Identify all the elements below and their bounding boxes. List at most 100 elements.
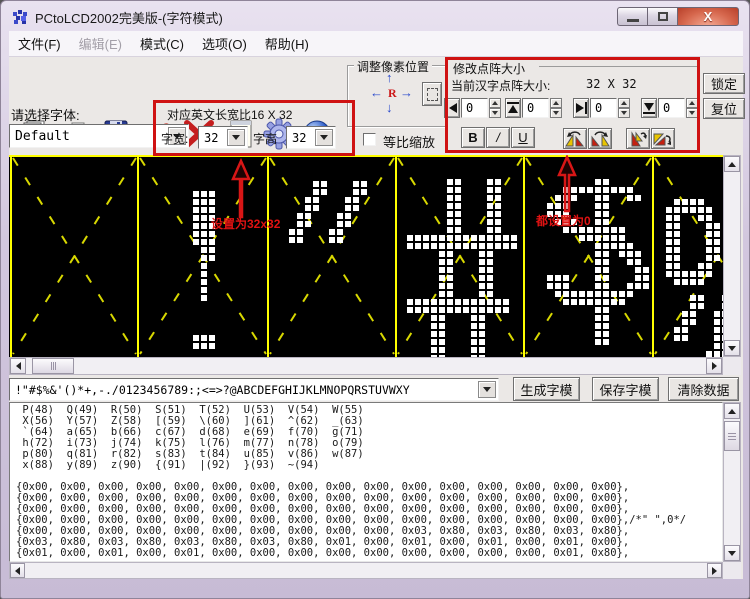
rotate-right-icon xyxy=(590,131,610,147)
font-select-label: 请选择字体: xyxy=(11,105,80,124)
flip-vertical-button[interactable] xyxy=(626,128,650,149)
output-horizontal-scrollbar[interactable] xyxy=(9,562,723,579)
char-width-combo[interactable]: 32 xyxy=(198,126,248,149)
char-width-arrow-button[interactable] xyxy=(227,129,245,146)
left-margin-field[interactable]: 0 xyxy=(461,98,488,118)
right-margin-spinner[interactable] xyxy=(618,98,630,118)
grid-horizontal-scrollbar[interactable] xyxy=(9,357,723,375)
top-margin-spinner[interactable] xyxy=(550,98,562,118)
spin-up-icon xyxy=(553,101,559,105)
right-margin-field[interactable]: 0 xyxy=(590,98,617,118)
output-textarea[interactable]: P(48) Q(49) R(50) S(51) T(52) U(53) V(54… xyxy=(9,402,723,562)
reset-button[interactable]: 复位 xyxy=(703,98,745,119)
scroll-left-icon xyxy=(16,362,21,370)
maximize-button[interactable] xyxy=(647,7,677,26)
menu-item-edit: 编辑(E) xyxy=(70,34,131,53)
chevron-down-icon xyxy=(232,135,240,140)
scale-checkbox[interactable] xyxy=(363,133,376,146)
scrollbar-thumb[interactable] xyxy=(724,421,740,451)
spin-down-icon xyxy=(689,111,695,115)
title-bar[interactable]: PCtoLCD2002完美版-(字符模式) X xyxy=(1,1,749,31)
maximize-icon xyxy=(658,12,668,21)
menu-item-options[interactable]: 选项(O) xyxy=(193,34,256,53)
dashed-frame-icon xyxy=(427,88,438,101)
move-up-icon[interactable]: ↑ xyxy=(386,70,393,85)
charset-combo[interactable]: !"#$%&'()*+,-./0123456789:;<=>?@ABCDEFGH… xyxy=(9,378,499,401)
bottom-limit-icon xyxy=(643,102,655,114)
chevron-down-icon xyxy=(483,387,491,392)
annotation-arrows xyxy=(9,155,723,357)
spin-down-icon xyxy=(621,111,627,115)
font-select-value: Default xyxy=(15,129,70,144)
output-text: P(48) Q(49) R(50) S(51) T(52) U(53) V(54… xyxy=(16,405,722,559)
left-margin-spinner[interactable] xyxy=(489,98,501,118)
scroll-down-icon xyxy=(728,346,736,351)
size-annotation-label: 设置为32x32 xyxy=(211,215,280,232)
menu-item-help[interactable]: 帮助(H) xyxy=(256,34,318,53)
char-width-value: 32 xyxy=(204,131,218,145)
close-icon: X xyxy=(704,9,713,24)
scroll-left-icon xyxy=(15,567,20,575)
center-frame-button[interactable] xyxy=(422,82,442,106)
app-window: PCtoLCD2002完美版-(字符模式) X 文件(F) 编辑(E) 模式(C… xyxy=(0,0,750,599)
matrix-current-label: 当前汉字点阵大小: xyxy=(451,77,550,94)
trim-right-button[interactable] xyxy=(573,98,589,118)
spin-down-icon xyxy=(492,111,498,115)
menu-item-mode[interactable]: 模式(C) xyxy=(131,34,193,53)
scroll-up-icon xyxy=(728,409,736,414)
chevron-down-icon xyxy=(320,135,328,140)
char-height-combo[interactable]: 32 xyxy=(286,126,336,149)
flip-vertical-icon xyxy=(628,131,648,147)
move-down-icon[interactable]: ↓ xyxy=(386,100,393,115)
char-height-value: 32 xyxy=(292,131,306,145)
flip-horizontal-button[interactable] xyxy=(651,128,675,149)
italic-button[interactable]: / xyxy=(486,127,510,148)
bottom-margin-field[interactable]: 0 xyxy=(658,98,685,118)
rotate-left-button[interactable] xyxy=(563,128,587,149)
zero-annotation-arrow xyxy=(559,157,575,211)
charset-combo-arrow-button[interactable] xyxy=(478,381,496,398)
bottom-margin-spinner[interactable] xyxy=(686,98,698,118)
trim-bottom-button[interactable] xyxy=(641,98,657,118)
char-height-label: 字高 xyxy=(253,130,277,147)
scroll-right-icon xyxy=(712,362,717,370)
scroll-right-icon xyxy=(712,567,717,575)
ratio-text: 对应英文长宽比16 X 32 xyxy=(167,106,292,123)
underline-button[interactable]: U xyxy=(511,127,535,148)
bold-button[interactable]: B xyxy=(461,127,485,148)
top-margin-field[interactable]: 0 xyxy=(522,98,549,118)
clear-data-button[interactable]: 清除数据 xyxy=(668,377,739,401)
minimize-button[interactable] xyxy=(617,7,647,26)
left-limit-icon xyxy=(446,102,458,114)
menu-item-file[interactable]: 文件(F) xyxy=(9,34,70,53)
zero-annotation-label: 都设置为0 xyxy=(536,212,591,229)
matrix-current-value: 32 X 32 xyxy=(586,77,637,91)
charset-combo-value: !"#$%&'()*+,-./0123456789:;<=>?@ABCDEFGH… xyxy=(15,383,473,397)
move-left-icon[interactable]: ← xyxy=(370,85,383,100)
minimize-icon xyxy=(627,19,639,22)
client-area: ? 调整像素位置 ↑ ← R → ↓ 请选择字体: Default 对应英文长宽… xyxy=(9,57,743,579)
spin-up-icon xyxy=(492,101,498,105)
character-preview-grid[interactable]: 设置为32x32 都设置为0 xyxy=(9,155,723,357)
move-right-icon[interactable]: → xyxy=(400,85,413,100)
pixel-adjust-center[interactable]: R xyxy=(388,86,397,101)
size-annotation-arrow xyxy=(233,161,249,217)
pixel-adjust-group: 调整像素位置 ↑ ← R → ↓ xyxy=(347,65,447,127)
char-width-label: 字宽: xyxy=(161,130,188,147)
trim-left-button[interactable] xyxy=(444,98,460,118)
save-font-button[interactable]: 保存字模 xyxy=(592,377,659,401)
scrollbar-thumb[interactable] xyxy=(32,358,74,374)
rotate-right-button[interactable] xyxy=(588,128,612,149)
trim-top-button[interactable] xyxy=(505,98,521,118)
char-height-arrow-button[interactable] xyxy=(315,129,333,146)
close-button[interactable]: X xyxy=(677,7,739,26)
generate-font-button[interactable]: 生成字模 xyxy=(513,377,580,401)
app-icon xyxy=(13,9,29,25)
spin-down-icon xyxy=(553,111,559,115)
scroll-up-icon xyxy=(728,162,736,167)
lock-button[interactable]: 锁定 xyxy=(703,73,745,94)
scroll-down-icon xyxy=(728,551,736,556)
pixel-adjust-title: 调整像素位置 xyxy=(354,58,432,75)
output-vertical-scrollbar[interactable] xyxy=(723,402,741,562)
grid-vertical-scrollbar[interactable] xyxy=(723,155,741,357)
